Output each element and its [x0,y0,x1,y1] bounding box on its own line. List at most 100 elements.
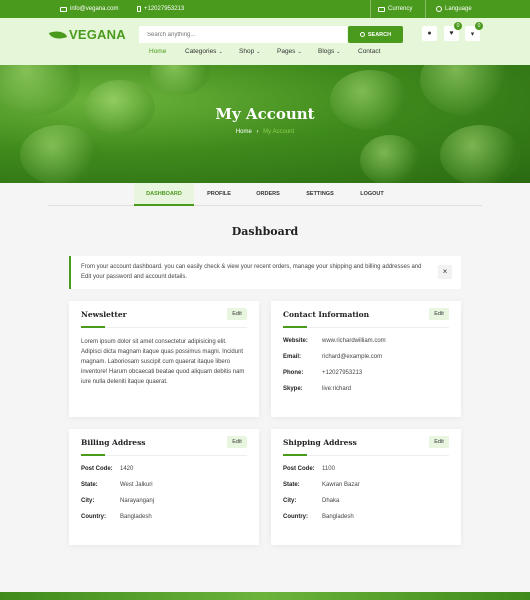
city-value: Dhaka [322,498,340,504]
email-row: Email: richard@example.com [283,354,382,360]
nav-home[interactable]: Home [149,48,166,55]
currency-icon [378,6,385,12]
edit-contact-button[interactable]: Edit [429,308,449,320]
cart-button[interactable]: ▾ 0 [465,22,483,41]
wishlist-count-badge: 0 [454,22,462,30]
email-text: info@vegana.com [70,6,119,12]
nav-pages[interactable]: Pages ⌄ [277,48,302,55]
country-row: Country: Bangladesh [81,514,152,520]
state-row: State: Kawran Bazar [283,482,360,488]
card-title-underline [81,326,105,328]
phone-link[interactable]: +12027953213 [137,0,184,18]
tab-dashboard[interactable]: DASHBOARD [134,183,194,206]
newsletter-text: Lorem ipsum dolor sit amet consectetur a… [81,339,245,385]
topbar-divider [370,0,371,18]
currency-selector[interactable]: Currency [378,0,412,18]
nav-blogs[interactable]: Blogs ⌄ [318,48,340,55]
card-title-underline [283,454,307,456]
footer-banner-edge [0,592,530,600]
logo[interactable]: VEGANA [48,27,126,42]
user-icon: ● [427,30,432,37]
edit-billing-button[interactable]: Edit [227,436,247,448]
close-icon[interactable]: × [438,265,452,279]
country-value: Bangladesh [322,514,354,520]
nav-pages-label: Pages [277,48,296,55]
nav-home-label: Home [149,48,167,55]
nav-categories-label: Categories [185,48,217,55]
phone-value: +12027953213 [322,370,363,376]
card-title-underline [81,454,105,456]
postcode-row: Post Code: 1420 [81,466,133,472]
topbar-divider [425,0,426,18]
chevron-down-icon: ⌄ [336,48,341,55]
field-label: State: [81,482,98,488]
cart-count-badge: 0 [475,22,483,30]
wishlist-button[interactable]: ♥ 0 [444,22,462,41]
notice-text: From your account dashboard. you can eas… [81,264,422,280]
field-label: Skype: [283,386,303,392]
card-divider [283,327,449,328]
nav-categories[interactable]: Categories ⌄ [185,48,223,55]
mail-icon [60,6,67,12]
shipping-address-card: Shipping Address Edit Post Code: 1100 Sta… [271,429,461,545]
language-selector[interactable]: Language [436,0,472,18]
city-value: Narayanganj [120,498,155,504]
state-row: State: West Jalkuri [81,482,153,488]
field-label: City: [81,498,95,504]
breadcrumb-separator: › [256,129,259,135]
account-button[interactable]: ● [422,26,437,41]
leaf-decoration [360,135,420,183]
field-label: Post Code: [81,466,113,472]
card-title: Contact Information [283,310,370,319]
nav-blogs-label: Blogs [318,48,335,55]
page-hero-banner: My Account Home › My Account [0,65,530,183]
search-button[interactable]: SEARCH [348,26,403,43]
chevron-down-icon: ⌄ [218,48,223,55]
state-value: Kawran Bazar [322,482,360,488]
heart-icon: ♥ [449,30,454,37]
breadcrumb-current: My Account [263,129,295,135]
card-title: Newsletter [81,310,127,319]
breadcrumb-home[interactable]: Home [236,129,252,135]
card-divider [81,327,247,328]
email-value: richard@example.com [322,354,383,360]
chevron-down-icon: ⌄ [297,48,302,55]
skype-value: live:richard [322,386,352,392]
city-row: City: Narayanganj [81,498,154,504]
main-nav: Home Categories ⌄ Shop ⌄ Pages ⌄ Blogs ⌄ Con… [0,48,530,60]
dashboard-notice: From your account dashboard. you can eas… [69,256,461,289]
field-label: Post Code: [283,466,315,472]
nav-contact-label: Contact [358,48,381,55]
card-title-underline [283,326,307,328]
email-link[interactable]: info@vegana.com [60,0,118,18]
leaf-decoration [150,65,210,95]
tab-settings[interactable]: SETTINGS [300,183,340,205]
card-divider [81,455,247,456]
search-button-label: SEARCH [367,31,392,38]
edit-newsletter-button[interactable]: Edit [227,308,247,320]
phone-row: Phone: +12027953213 [283,370,362,376]
cart-icon: ▾ [470,30,475,38]
postcode-value: 1420 [120,466,134,472]
card-title: Shipping Address [283,438,357,447]
field-label: City: [283,498,297,504]
search-input[interactable] [139,26,347,43]
field-label: Phone: [283,370,304,376]
city-row: City: Dhaka [283,498,339,504]
language-label: Language [445,6,472,12]
edit-shipping-button[interactable]: Edit [429,436,449,448]
breadcrumb: Home › My Account [0,129,530,135]
globe-icon [436,6,442,12]
nav-shop[interactable]: Shop ⌄ [239,48,260,55]
card-divider [283,455,449,456]
tab-logout[interactable]: LOGOUT [352,183,392,205]
field-label: State: [283,482,300,488]
tab-profile[interactable]: PROFILE [198,183,240,205]
tab-orders[interactable]: ORDERS [248,183,288,205]
skype-row: Skype: live:richard [283,386,351,392]
top-bar: info@vegana.com +12027953213 Currency La… [0,0,530,18]
account-tabs: DASHBOARD PROFILE ORDERS SETTINGS LOGOUT [48,183,482,206]
search-icon [359,32,365,37]
nav-contact[interactable]: Contact [358,48,380,55]
logo-text: VEGANA [69,27,126,42]
